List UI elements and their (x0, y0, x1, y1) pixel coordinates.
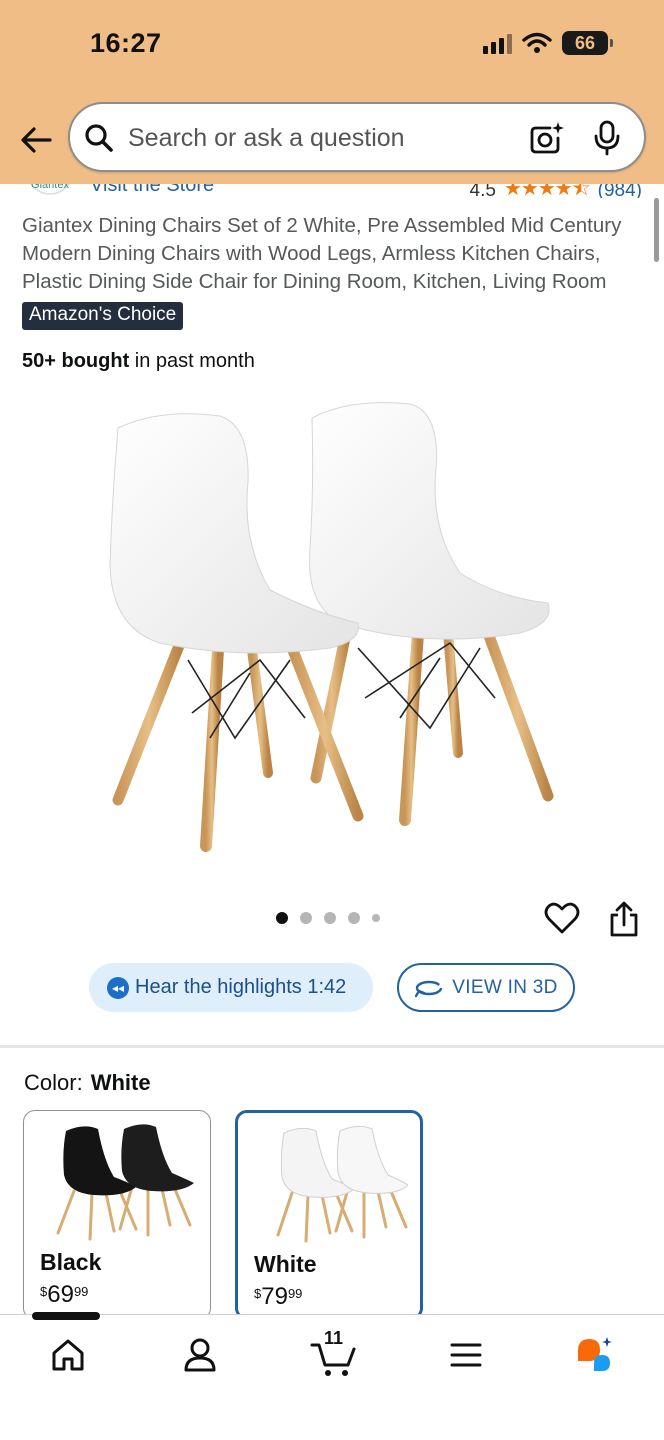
chair-right (309, 402, 554, 826)
microphone-icon[interactable] (592, 120, 622, 156)
hear-highlights-button[interactable]: ◂◂ Hear the highlights 1:42 (89, 963, 373, 1012)
cart-icon (310, 1343, 356, 1376)
view-in-3d-label: VIEW IN 3D (452, 976, 558, 998)
share-icon[interactable] (608, 900, 640, 938)
color-option-white[interactable]: White $79 99 (235, 1110, 423, 1320)
product-title: Giantex Dining Chairs Set of 2 White, Pr… (22, 214, 622, 293)
swatch-name: White (254, 1251, 317, 1277)
color-selection-label: Color: White (24, 1070, 151, 1096)
hear-highlights-label: Hear the highlights 1:42 (135, 976, 347, 998)
carousel-dot[interactable] (276, 912, 288, 924)
carousel-dots[interactable] (276, 912, 380, 924)
back-arrow-icon[interactable] (18, 122, 54, 158)
bought-past-month: 50+ bought in past month (22, 350, 255, 373)
amazons-choice-badge[interactable]: Amazon's Choice (22, 302, 184, 330)
heart-icon[interactable] (544, 900, 580, 936)
wifi-icon (522, 32, 552, 53)
color-option-black[interactable]: Black $69 99 (23, 1110, 211, 1320)
cart-button[interactable]: 11 (310, 1328, 358, 1376)
bottom-navigation: 11 (0, 1314, 664, 1440)
signal-icon (483, 32, 512, 54)
search-placeholder: Search or ask a question (128, 124, 405, 152)
swatch-price: $69 99 (40, 1281, 89, 1308)
rufus-assistant-icon[interactable] (574, 1335, 614, 1375)
bought-suffix: in past month (129, 350, 255, 372)
battery-icon: 66 (562, 31, 613, 55)
carousel-dot[interactable] (324, 912, 336, 924)
product-image[interactable] (100, 398, 564, 858)
audio-icon: ◂◂ (107, 976, 129, 999)
status-icons: 66 (483, 31, 613, 55)
account-icon[interactable] (180, 1335, 220, 1375)
scroll-indicator (32, 1312, 100, 1320)
scrollbar[interactable] (654, 198, 659, 262)
carousel-dot[interactable] (348, 912, 360, 924)
status-time: 16:27 (90, 28, 162, 58)
carousel-dot[interactable] (300, 912, 312, 924)
search-icon (85, 124, 113, 152)
bought-count: 50+ bought (22, 350, 130, 372)
camera-search-icon[interactable] (528, 120, 564, 156)
search-input[interactable]: Search or ask a question (68, 102, 646, 172)
view-in-3d-button[interactable]: VIEW IN 3D (397, 963, 575, 1012)
swatch-name: Black (40, 1249, 102, 1275)
swatch-price: $79 99 (254, 1283, 303, 1310)
app-header: 16:27 66 Search or ask a question (0, 0, 664, 184)
black-chairs-thumbnail (56, 1124, 194, 1241)
section-divider (0, 1045, 664, 1048)
home-icon[interactable] (48, 1335, 88, 1375)
menu-icon[interactable] (446, 1335, 486, 1375)
color-selected-value: White (90, 1070, 151, 1095)
color-key: Color: (24, 1070, 83, 1095)
white-chairs-thumbnail (276, 1125, 408, 1243)
rotate-3d-icon (415, 980, 443, 997)
carousel-dot[interactable] (372, 914, 380, 922)
